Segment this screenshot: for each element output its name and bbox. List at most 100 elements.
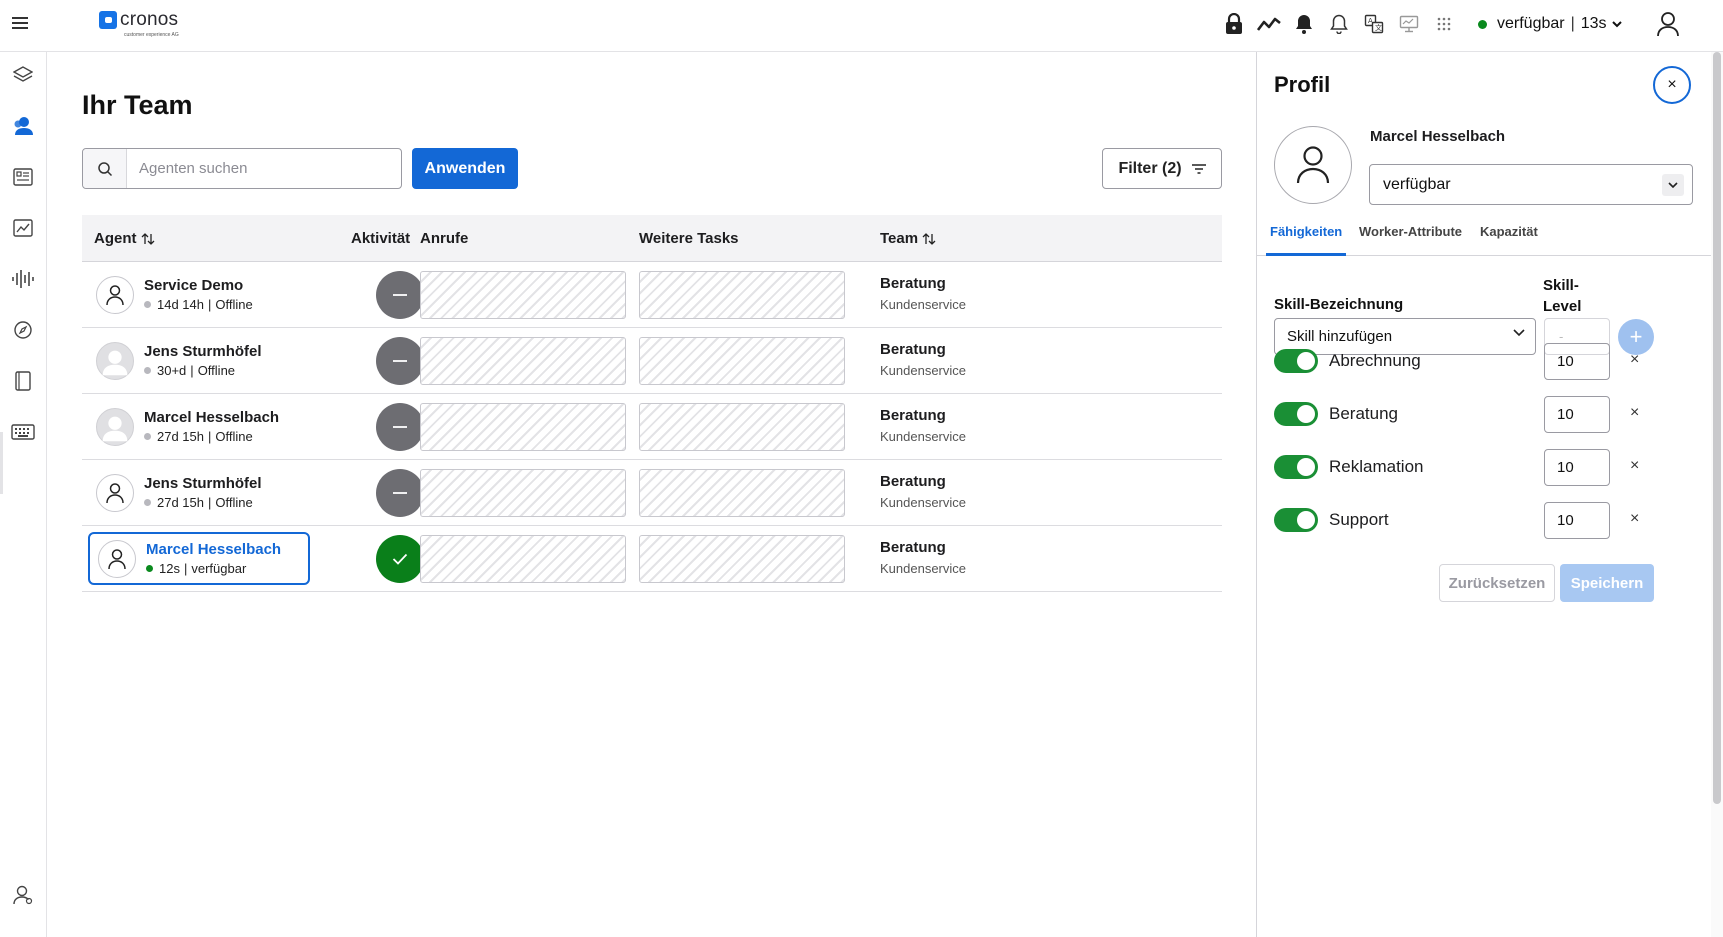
agent-cell[interactable]: Marcel Hesselbach 12s | verfügbar — [88, 532, 310, 585]
reset-button[interactable]: Zurücksetzen — [1439, 564, 1555, 602]
skill-level-input[interactable]: 10 — [1544, 343, 1610, 380]
agent-cell[interactable]: Service Demo 14d 14h | Offline — [88, 268, 310, 321]
tab-skills[interactable]: Fähigkeiten — [1266, 212, 1347, 256]
translate-icon[interactable]: A文 — [1362, 12, 1386, 36]
activity-chart-icon[interactable] — [1257, 12, 1281, 36]
apps-grid-icon[interactable] — [1432, 12, 1456, 36]
logo-mark — [99, 11, 117, 29]
profile-tabs: Fähigkeiten Worker-Attribute Kapazität — [1257, 212, 1712, 256]
voice-icon[interactable] — [8, 264, 38, 294]
agent-status: verfügbar — [191, 561, 247, 576]
remove-skill-button[interactable]: × — [1630, 457, 1639, 475]
agent-name: Jens Sturmhöfel — [144, 343, 262, 360]
agent-name: Marcel Hesselbach — [146, 541, 282, 558]
filter-button[interactable]: Filter (2) — [1102, 148, 1222, 189]
agent-status-dropdown[interactable]: verfügbar | 13s — [1478, 12, 1622, 36]
agent-status-text: verfügbar — [1497, 15, 1565, 32]
column-tasks-label: Weitere Tasks — [639, 230, 739, 247]
avatar — [96, 473, 134, 512]
column-agent[interactable]: Agent — [94, 230, 155, 247]
minus-icon — [376, 337, 424, 385]
status-select[interactable]: verfügbar — [1369, 164, 1693, 205]
skill-label: Reklamation — [1329, 457, 1424, 476]
search-input[interactable] — [127, 149, 397, 188]
chevron-down-icon — [1513, 329, 1525, 337]
skill-toggle[interactable] — [1274, 508, 1318, 532]
agent-cell[interactable]: Jens Sturmhöfel 30+d | Offline — [88, 334, 310, 387]
logo-subtitle: customer experience AG — [124, 32, 179, 38]
remove-skill-button[interactable]: × — [1630, 510, 1639, 528]
user-profile-icon[interactable] — [1656, 11, 1680, 42]
team-name: Beratung — [880, 407, 946, 424]
svg-text:A: A — [1368, 17, 1373, 25]
table-row[interactable]: Service Demo 14d 14h | Offline Beratung Kunde… — [82, 262, 1222, 328]
bell-icon[interactable] — [1327, 12, 1351, 36]
table-row[interactable]: Jens Sturmhöfel 30+d | Offline Beratung Kunde… — [82, 328, 1222, 394]
layers-icon[interactable] — [8, 60, 38, 90]
agent-cell[interactable]: Jens Sturmhöfel 27d 15h | Offline — [88, 466, 310, 519]
column-team[interactable]: Team — [880, 230, 936, 247]
tab-capacity[interactable]: Kapazität — [1480, 212, 1538, 256]
lock-icon[interactable] — [1222, 12, 1246, 36]
apply-button[interactable]: Anwenden — [412, 148, 518, 189]
agent-status: Offline — [197, 363, 236, 378]
skill-toggle[interactable] — [1274, 455, 1318, 479]
table-row[interactable]: Marcel Hesselbach 12s | verfügbar Beratung Ku… — [82, 526, 1222, 592]
search-field[interactable] — [82, 148, 402, 189]
skill-row: Support 10 × — [1274, 502, 1694, 540]
team-cell: Beratung Kundenservice — [880, 275, 966, 312]
keyboard-icon[interactable] — [8, 417, 38, 447]
separator: | — [183, 561, 188, 576]
agent-name: Marcel Hesselbach — [144, 409, 280, 426]
agent-name: Service Demo — [144, 277, 244, 294]
tab-worker-attributes[interactable]: Worker-Attribute — [1359, 212, 1462, 256]
explore-icon[interactable] — [8, 315, 38, 345]
top-bar: cronos customer experience AG A文 verfügb… — [0, 0, 1723, 52]
book-icon[interactable] — [8, 366, 38, 396]
skill-level-input[interactable]: 10 — [1544, 449, 1610, 486]
minus-icon — [376, 403, 424, 451]
column-calls: Anrufe — [420, 230, 468, 247]
status-dot — [144, 499, 151, 506]
monitor-icon[interactable] — [1397, 12, 1421, 36]
skill-label: Abrechnung — [1329, 351, 1421, 370]
skill-level-input[interactable]: 10 — [1544, 502, 1610, 539]
analytics-icon[interactable] — [8, 213, 38, 243]
save-button[interactable]: Speichern — [1560, 564, 1654, 602]
team-subtitle: Kundenservice — [880, 297, 966, 312]
table-header: Agent Aktivität Anrufe Weitere Tasks Tea… — [82, 215, 1222, 262]
sort-icon — [922, 232, 936, 245]
notification-bell-filled-icon[interactable] — [1292, 12, 1316, 36]
agent-status: Offline — [215, 429, 253, 444]
team-subtitle: Kundenservice — [880, 429, 966, 444]
user-settings-icon[interactable] — [8, 880, 38, 910]
avatar — [96, 407, 134, 446]
scrollbar[interactable] — [1711, 52, 1723, 937]
team-icon[interactable] — [8, 111, 38, 141]
remove-skill-button[interactable]: × — [1630, 351, 1639, 369]
agent-cell[interactable]: Marcel Hesselbach 27d 15h | Offline — [88, 400, 310, 453]
status-dot — [144, 301, 151, 308]
skill-level-input[interactable]: 10 — [1544, 396, 1610, 433]
agent-time: 27d 15h — [157, 495, 204, 510]
tasks-placeholder — [639, 469, 845, 517]
main-content: Ihr Team Anwenden Filter (2) Agent Aktiv… — [48, 52, 1256, 937]
agent-status-line: 27d 15h | Offline — [144, 495, 262, 510]
status-duration: 13s — [1580, 15, 1607, 32]
skill-toggle[interactable] — [1274, 402, 1318, 426]
filter-label: Filter (2) — [1118, 159, 1182, 177]
table-row[interactable]: Marcel Hesselbach 27d 15h | Offline Beratung… — [82, 394, 1222, 460]
dashboard-icon[interactable] — [8, 162, 38, 192]
separator: | — [208, 495, 212, 510]
team-table: Agent Aktivität Anrufe Weitere Tasks Tea… — [82, 215, 1222, 592]
column-tasks: Weitere Tasks — [639, 230, 739, 247]
close-button[interactable]: × — [1653, 66, 1691, 104]
table-row[interactable]: Jens Sturmhöfel 27d 15h | Offline Beratung Ku… — [82, 460, 1222, 526]
sort-icon — [141, 232, 154, 245]
remove-skill-button[interactable]: × — [1630, 404, 1639, 422]
menu-icon[interactable] — [11, 14, 29, 32]
skill-toggle[interactable] — [1274, 349, 1318, 373]
user-icon — [1296, 146, 1330, 184]
skill-row: Beratung 10 × — [1274, 396, 1694, 434]
scrollbar-thumb[interactable] — [1713, 52, 1721, 804]
